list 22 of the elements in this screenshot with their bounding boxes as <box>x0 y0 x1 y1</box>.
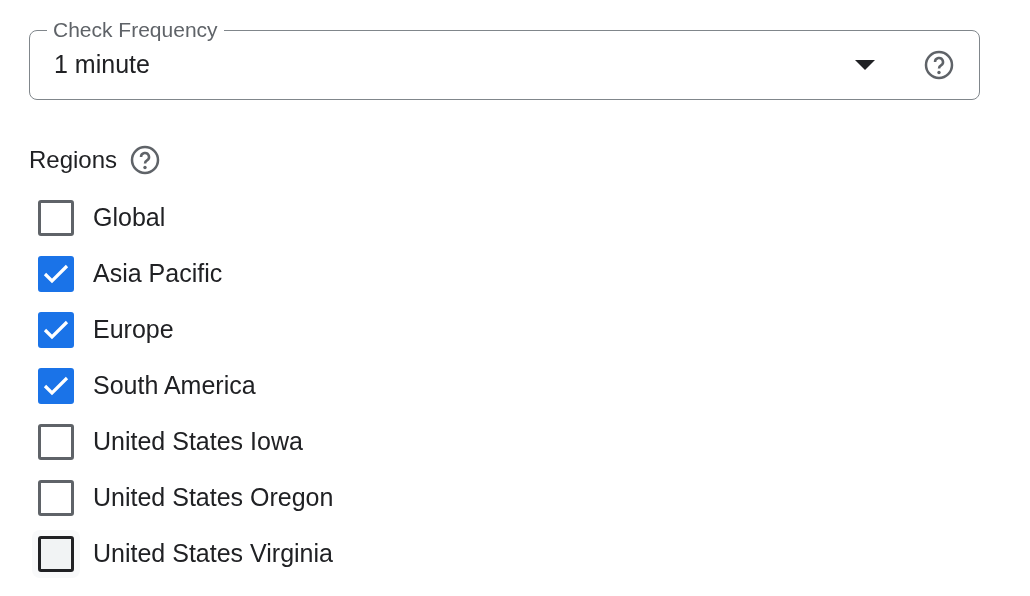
checkbox[interactable] <box>38 368 74 404</box>
checkbox-label: Global <box>93 202 166 234</box>
check-icon <box>43 320 69 340</box>
checkbox[interactable] <box>38 200 74 236</box>
check-icon <box>43 264 69 284</box>
checkbox[interactable] <box>38 480 74 516</box>
checkbox-label: Europe <box>93 314 174 346</box>
checkbox[interactable] <box>38 312 74 348</box>
checkbox-label: South America <box>93 370 256 402</box>
check-icon <box>43 376 69 396</box>
dropdown-arrow-icon <box>855 60 875 70</box>
help-icon[interactable] <box>129 144 162 176</box>
section-title: Regions <box>29 145 118 175</box>
select-value: 1 minute <box>54 49 151 81</box>
help-icon[interactable] <box>923 49 955 81</box>
checkbox[interactable] <box>38 424 74 460</box>
checkbox-label: United States Oregon <box>93 482 334 514</box>
checkbox[interactable] <box>38 256 74 292</box>
checkbox-label: United States Virginia <box>93 538 333 570</box>
checkbox[interactable] <box>38 536 74 572</box>
checkbox-label: United States Iowa <box>93 426 303 458</box>
checkbox-label: Asia Pacific <box>93 258 223 290</box>
